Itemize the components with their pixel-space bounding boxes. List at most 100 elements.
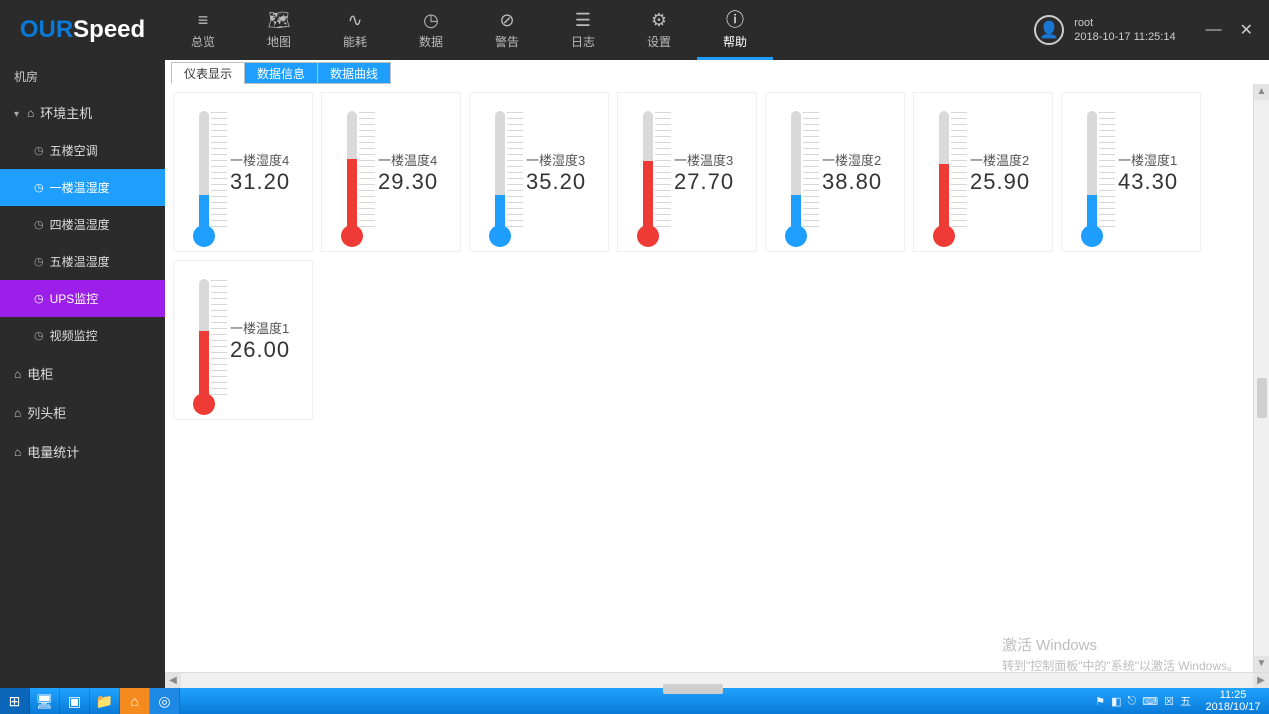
- system-tray: ⚑ ◧ ⎋ ⌨ ☒ 五: [1089, 688, 1197, 714]
- tab-仪表显示[interactable]: 仪表显示: [171, 62, 245, 84]
- sidebar-group-label: 列头柜: [27, 403, 66, 422]
- thermometer-icon: [180, 265, 228, 415]
- gauge-一楼温度3[interactable]: 一楼温度327.70: [617, 92, 757, 252]
- avatar-icon: 👤: [1034, 15, 1064, 45]
- nav-icon: ◷: [423, 11, 439, 29]
- gauge-info: 一楼湿度431.20: [228, 150, 306, 195]
- user-box[interactable]: 👤 root 2018-10-17 11:25:14: [1020, 0, 1189, 60]
- start-button[interactable]: ⊞: [0, 688, 30, 714]
- tray-icon[interactable]: ☒: [1164, 695, 1174, 708]
- app-bar: OURSpeed ≡ 总览 🗺地图∿能耗◷数据⊘警告 ☰ 日志 ⚙设置ⓘ帮助 👤 root…: [0, 0, 1269, 60]
- gauge-info: 一楼湿度335.20: [524, 150, 602, 195]
- thermometer-icon: [476, 97, 524, 247]
- sidebar-group-电柜[interactable]: ⌂电柜: [0, 354, 165, 393]
- tray-icon[interactable]: ⚑: [1095, 695, 1105, 708]
- nav-label: 日志: [571, 33, 595, 50]
- tab-数据曲线[interactable]: 数据曲线: [317, 62, 391, 84]
- taskbar-app-2[interactable]: ▣: [60, 688, 90, 714]
- nav-警告[interactable]: ⊘警告: [469, 0, 545, 60]
- window-close-button[interactable]: ✕: [1240, 20, 1253, 40]
- gauge-value: 38.80: [822, 169, 898, 195]
- nav-能耗[interactable]: ∿能耗: [317, 0, 393, 60]
- tray-icon[interactable]: ◧: [1111, 695, 1121, 708]
- gauge-value: 29.30: [378, 169, 454, 195]
- sidebar: 机房 ⌂环境主机◷五楼空调◷一楼温湿度◷四楼温湿度◷五楼温湿度◷UPS监控◷视频…: [0, 60, 165, 688]
- gauge-一楼湿度3[interactable]: 一楼湿度335.20: [469, 92, 609, 252]
- nav-设置[interactable]: ⚙设置: [621, 0, 697, 60]
- gauge-一楼湿度2[interactable]: 一楼湿度238.80: [765, 92, 905, 252]
- thermometer-icon: [180, 97, 228, 247]
- gauge-一楼温度2[interactable]: 一楼温度225.90: [913, 92, 1053, 252]
- gauge-info: 一楼温度429.30: [376, 150, 454, 195]
- vscroll-thumb[interactable]: [1257, 378, 1267, 418]
- clock-date: 2018/10/17: [1201, 701, 1265, 713]
- nav-icon: ☰: [575, 11, 591, 29]
- window-minimize-button[interactable]: —: [1206, 21, 1222, 39]
- nav-总览[interactable]: ≡ 总览: [165, 0, 241, 60]
- sidebar-item-五楼温湿度[interactable]: ◷五楼温湿度: [0, 243, 165, 280]
- scroll-down-button[interactable]: ▼: [1254, 656, 1269, 672]
- gauge-一楼温度1[interactable]: 一楼温度126.00: [173, 260, 313, 420]
- tray-icon[interactable]: ⌨: [1142, 695, 1158, 708]
- gauge-value: 43.30: [1118, 169, 1194, 195]
- vertical-scrollbar[interactable]: ▲ ▼: [1253, 84, 1269, 672]
- nav-icon: ⊘: [499, 11, 514, 29]
- nav-日志[interactable]: ☰ 日志: [545, 0, 621, 60]
- nav-数据[interactable]: ◷数据: [393, 0, 469, 60]
- scroll-right-button[interactable]: ▶: [1253, 673, 1269, 688]
- gauge-title: 一楼温度4: [378, 150, 454, 169]
- scroll-left-button[interactable]: ◀: [165, 673, 181, 688]
- sidebar-item-label: UPS监控: [50, 290, 99, 307]
- sidebar-group-label: 环境主机: [40, 103, 92, 122]
- taskbar-clock[interactable]: 11:25 2018/10/17: [1197, 688, 1269, 714]
- sidebar-item-UPS监控[interactable]: ◷ UPS监控: [0, 280, 165, 317]
- thermometer-icon: [624, 97, 672, 247]
- gauge-info: 一楼湿度143.30: [1116, 150, 1194, 195]
- sidebar-item-label: 视频监控: [50, 327, 98, 344]
- clock-icon: ◷: [34, 292, 44, 305]
- hscroll-thumb[interactable]: [663, 684, 723, 694]
- home-icon: ⌂: [14, 445, 21, 459]
- nav-label: 地图: [267, 33, 291, 50]
- scroll-up-button[interactable]: ▲: [1254, 84, 1269, 100]
- nav-icon: ≡: [198, 11, 209, 29]
- watermark-title: 激活 Windows: [1002, 634, 1239, 655]
- tray-icon[interactable]: 五: [1180, 693, 1191, 709]
- nav-label: 总览: [191, 33, 215, 50]
- gauge-一楼湿度4[interactable]: 一楼湿度431.20: [173, 92, 313, 252]
- nav-label: 能耗: [343, 33, 367, 50]
- brand-our: OUR: [20, 16, 73, 44]
- sidebar-item-五楼空调[interactable]: ◷五楼空调: [0, 132, 165, 169]
- clock-icon: ◷: [34, 329, 44, 342]
- taskbar-app-3[interactable]: 📁: [90, 688, 120, 714]
- windows-taskbar: ⊞ 🖥 ▣ 📁 ⌂ ◎ ⚑ ◧ ⎋ ⌨ ☒ 五 11:25 2018/10/17: [0, 688, 1269, 714]
- sidebar-item-四楼温湿度[interactable]: ◷四楼温湿度: [0, 206, 165, 243]
- brand-logo: OURSpeed: [0, 0, 165, 60]
- gauge-value: 26.00: [230, 337, 306, 363]
- gauge-value: 31.20: [230, 169, 306, 195]
- sidebar-item-一楼温湿度[interactable]: ◷一楼温湿度: [0, 169, 165, 206]
- horizontal-scrollbar[interactable]: ◀ ▶: [165, 672, 1269, 688]
- tab-数据信息[interactable]: 数据信息: [244, 62, 318, 84]
- sidebar-group-电量统计[interactable]: ⌂电量统计: [0, 432, 165, 471]
- gauge-title: 一楼湿度2: [822, 150, 898, 169]
- taskbar-app-1[interactable]: 🖥: [30, 688, 60, 714]
- taskbar-left: ⊞ 🖥 ▣ 📁 ⌂ ◎: [0, 688, 180, 714]
- gauge-一楼湿度1[interactable]: 一楼湿度143.30: [1061, 92, 1201, 252]
- tray-icon[interactable]: ⎋: [1128, 695, 1137, 708]
- sidebar-group-列头柜[interactable]: ⌂列头柜: [0, 393, 165, 432]
- nav-label: 帮助: [723, 33, 747, 50]
- clock-time: 11:25: [1201, 689, 1265, 701]
- thermometer-icon: [920, 97, 968, 247]
- taskbar-app-xampp[interactable]: ⌂: [120, 688, 150, 714]
- sidebar-group-环境主机[interactable]: ⌂环境主机: [0, 93, 165, 132]
- nav-帮助[interactable]: ⓘ帮助: [697, 0, 773, 60]
- gauge-一楼温度4[interactable]: 一楼温度429.30: [321, 92, 461, 252]
- taskbar-app-current[interactable]: ◎: [150, 688, 180, 714]
- nav-地图[interactable]: 🗺地图: [241, 0, 317, 60]
- clock-icon: ◷: [34, 181, 44, 194]
- top-nav: ≡ 总览 🗺地图∿能耗◷数据⊘警告 ☰ 日志 ⚙设置ⓘ帮助: [165, 0, 773, 60]
- gauge-title: 一楼温度3: [674, 150, 750, 169]
- sidebar-item-视频监控[interactable]: ◷ 视频监控: [0, 317, 165, 354]
- nav-icon: ⚙: [651, 11, 667, 29]
